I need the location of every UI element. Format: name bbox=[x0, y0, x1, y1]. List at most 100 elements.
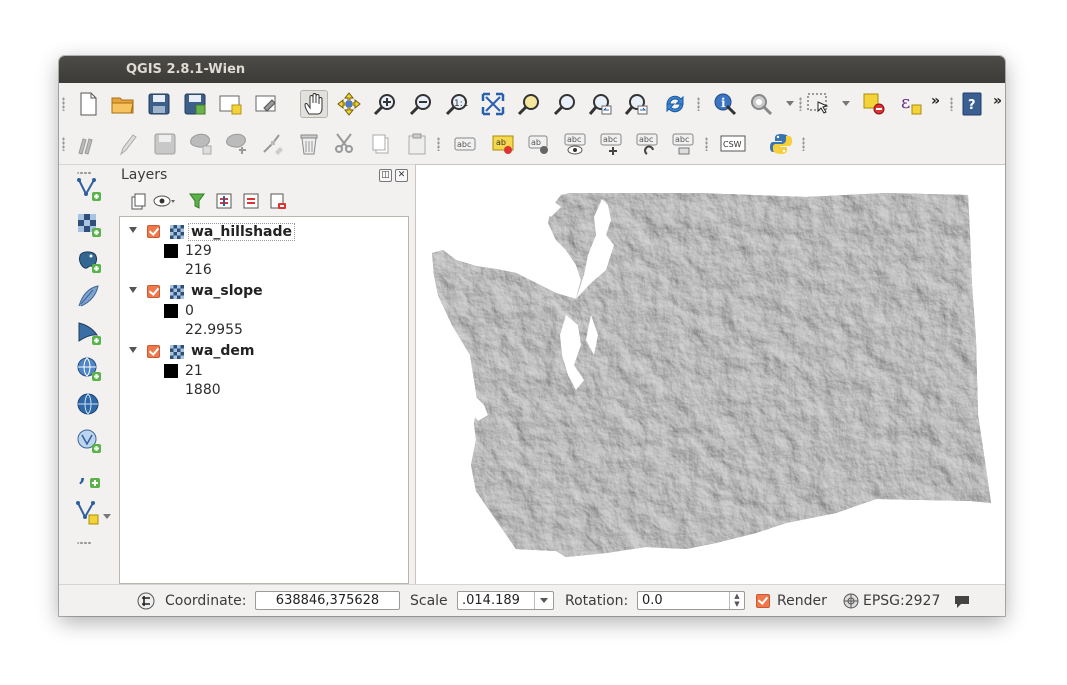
add-group-icon[interactable] bbox=[127, 190, 149, 212]
zoom-in-icon[interactable] bbox=[371, 90, 399, 118]
layer-row-wa-slope[interactable]: wa_slope bbox=[120, 282, 408, 302]
add-postgis-layer-icon[interactable] bbox=[73, 246, 105, 276]
crs-label[interactable]: EPSG:2927 bbox=[863, 593, 940, 609]
highlight-pinned-labels-icon[interactable]: ab bbox=[525, 130, 553, 158]
zoom-last-icon[interactable] bbox=[587, 90, 615, 118]
add-wfs-layer-icon[interactable] bbox=[73, 426, 105, 456]
deselect-icon[interactable] bbox=[860, 90, 888, 118]
composer-manager-icon[interactable] bbox=[253, 90, 281, 118]
layer-name[interactable]: wa_dem bbox=[191, 343, 255, 359]
rotation-stepper-icon[interactable]: ▲ ▼ bbox=[729, 592, 744, 609]
scale-value: .014.189 bbox=[462, 593, 520, 608]
help-icon[interactable]: ? bbox=[958, 90, 986, 118]
svg-text:abc: abc bbox=[567, 135, 581, 144]
zoom-to-selection-icon[interactable] bbox=[551, 90, 579, 118]
show-hide-labels-icon[interactable]: abc bbox=[561, 130, 589, 158]
refresh-icon[interactable] bbox=[661, 90, 689, 118]
layers-tree[interactable]: wa_hillshade 129 216 wa_slope 0 22.9955 … bbox=[119, 216, 409, 584]
coordinate-toggle-icon[interactable] bbox=[137, 592, 155, 614]
messages-icon[interactable] bbox=[953, 593, 971, 613]
render-checkbox[interactable] bbox=[756, 594, 770, 608]
toolbar-grip[interactable] bbox=[62, 137, 65, 151]
csw-icon[interactable]: CSW bbox=[719, 130, 747, 158]
new-print-composer-icon[interactable] bbox=[217, 90, 245, 118]
collapse-icon[interactable] bbox=[129, 227, 137, 233]
rotate-label-icon[interactable]: abc bbox=[633, 130, 661, 158]
qgis-window: QGIS 2.8.1-Wien 1:1 i ε » ? » abc ab ab … bbox=[59, 56, 1005, 616]
status-bar: Coordinate: 638846,375628 Scale .014.189… bbox=[59, 584, 1005, 616]
zoom-out-icon[interactable] bbox=[407, 90, 435, 118]
layer-name[interactable]: wa_slope bbox=[191, 283, 263, 299]
add-mssql-layer-icon[interactable] bbox=[73, 318, 105, 348]
zoom-native-icon[interactable]: 1:1 bbox=[443, 90, 471, 118]
layers-panel-title: Layers bbox=[121, 167, 168, 183]
add-spatialite-layer-icon[interactable] bbox=[73, 282, 105, 312]
render-label: Render bbox=[777, 593, 827, 609]
expand-all-icon[interactable] bbox=[213, 190, 235, 212]
identify-icon[interactable]: i bbox=[711, 90, 739, 118]
move-label-icon[interactable]: abc bbox=[597, 130, 625, 158]
toolbar-separator bbox=[697, 97, 700, 111]
save-as-icon[interactable] bbox=[181, 90, 209, 118]
new-project-icon[interactable] bbox=[74, 90, 102, 118]
run-action-icon[interactable] bbox=[747, 90, 775, 118]
svg-text:1:1: 1:1 bbox=[454, 99, 468, 109]
new-layer-dropdown-icon[interactable] bbox=[103, 514, 111, 519]
filter-legend-icon[interactable] bbox=[186, 190, 208, 212]
new-shapefile-layer-icon[interactable] bbox=[73, 498, 105, 528]
layer-visibility-checkbox[interactable] bbox=[147, 285, 160, 298]
label-icon[interactable]: abc bbox=[451, 130, 479, 158]
coordinate-label: Coordinate: bbox=[165, 593, 247, 609]
node-tool-icon bbox=[259, 130, 287, 158]
rotation-spinbox[interactable]: 0.0 ▲ ▼ bbox=[637, 591, 745, 610]
layer-visibility-checkbox[interactable] bbox=[147, 225, 160, 238]
coordinate-field[interactable]: 638846,375628 bbox=[255, 591, 400, 610]
toolbar-grip[interactable] bbox=[62, 97, 65, 111]
layer-row-wa-hillshade[interactable]: wa_hillshade bbox=[120, 222, 408, 242]
zoom-next-icon[interactable] bbox=[623, 90, 651, 118]
add-wms-layer-icon[interactable] bbox=[73, 354, 105, 384]
raster-layer-icon bbox=[170, 225, 184, 239]
layer-name[interactable]: wa_hillshade bbox=[188, 223, 296, 241]
pan-to-selection-icon[interactable] bbox=[335, 90, 363, 118]
scale-combo[interactable]: .014.189 bbox=[457, 591, 554, 610]
change-label-icon[interactable]: abc bbox=[669, 130, 697, 158]
legend-item: 129 bbox=[120, 242, 408, 262]
save-project-icon[interactable] bbox=[145, 90, 173, 118]
collapse-icon[interactable] bbox=[129, 287, 137, 293]
add-delimited-text-layer-icon[interactable]: , bbox=[73, 462, 105, 492]
zoom-to-layer-icon[interactable] bbox=[515, 90, 543, 118]
manage-visibility-icon[interactable] bbox=[153, 190, 175, 212]
legend-swatch bbox=[164, 244, 178, 258]
add-vector-layer-icon[interactable] bbox=[73, 174, 105, 204]
float-panel-icon[interactable]: ◫ bbox=[379, 169, 392, 182]
python-console-icon[interactable] bbox=[767, 130, 795, 158]
scale-dropdown-icon[interactable] bbox=[534, 592, 553, 609]
move-feature-icon bbox=[223, 130, 251, 158]
close-panel-icon[interactable]: ✕ bbox=[395, 169, 408, 182]
expression-icon[interactable]: ε bbox=[897, 90, 925, 118]
toolbar-overflow-icon-2[interactable]: » bbox=[993, 93, 1002, 109]
legend-item: 22.9955 bbox=[120, 321, 408, 341]
window-title: QGIS 2.8.1-Wien bbox=[126, 62, 246, 77]
toolbar-separator bbox=[802, 137, 805, 151]
add-raster-layer-icon[interactable] bbox=[73, 210, 105, 240]
toolbar-overflow-icon[interactable]: » bbox=[931, 93, 940, 109]
pin-labels-icon[interactable]: ab bbox=[489, 130, 517, 158]
remove-layer-icon[interactable] bbox=[267, 190, 289, 212]
select-dropdown-icon[interactable] bbox=[842, 101, 850, 106]
run-action-dropdown-icon[interactable] bbox=[786, 101, 794, 106]
open-project-icon[interactable] bbox=[109, 90, 137, 118]
crs-icon[interactable] bbox=[843, 593, 859, 613]
layer-visibility-checkbox[interactable] bbox=[147, 345, 160, 358]
map-canvas[interactable] bbox=[415, 164, 1005, 584]
collapse-all-icon[interactable] bbox=[240, 190, 262, 212]
layer-row-wa-dem[interactable]: wa_dem bbox=[120, 342, 408, 362]
zoom-full-icon[interactable] bbox=[479, 90, 507, 118]
add-wcs-layer-icon[interactable] bbox=[73, 390, 105, 420]
svg-text:ε: ε bbox=[901, 92, 910, 113]
collapse-icon[interactable] bbox=[129, 347, 137, 353]
select-features-icon[interactable] bbox=[804, 90, 832, 118]
svg-text:ab: ab bbox=[531, 138, 541, 147]
pan-icon[interactable] bbox=[300, 90, 328, 118]
